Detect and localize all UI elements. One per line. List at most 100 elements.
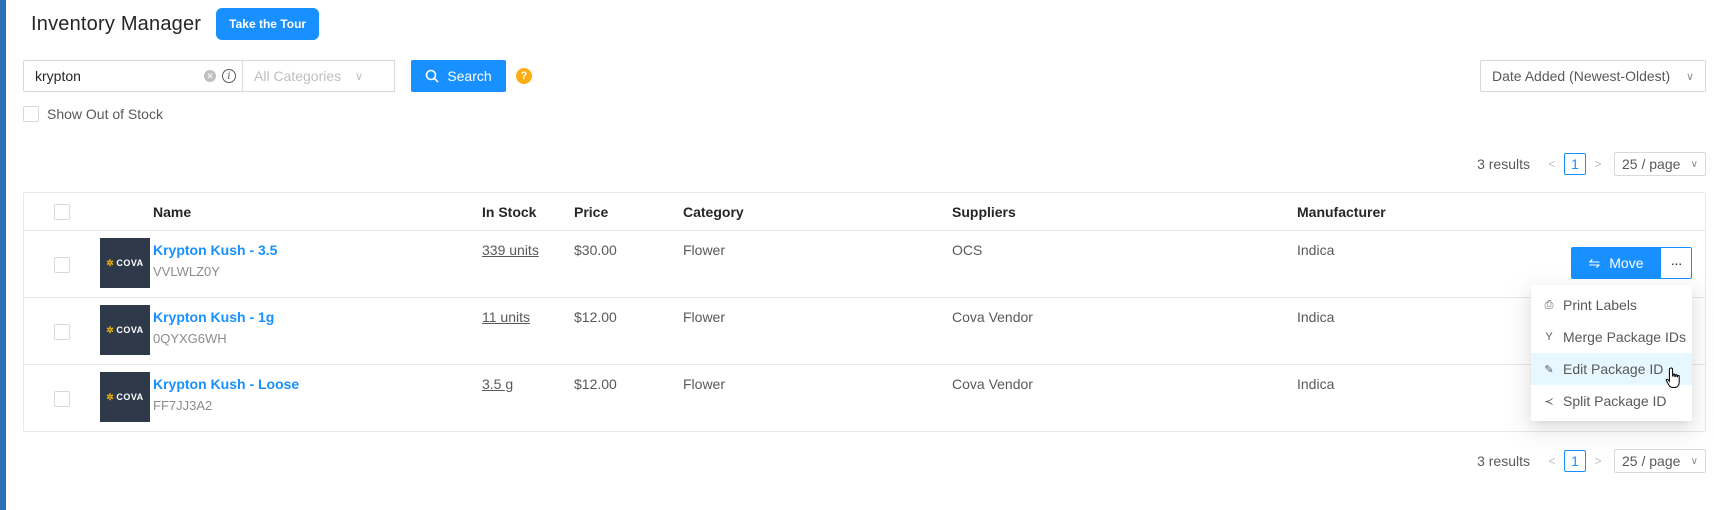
thumbnail-text: COVA bbox=[116, 325, 144, 335]
in-stock-link[interactable]: 11 units bbox=[482, 309, 530, 325]
page-size-value: 25 / page bbox=[1622, 453, 1681, 469]
search-input[interactable]: krypton ✕ i bbox=[23, 60, 243, 92]
search-input-value: krypton bbox=[35, 68, 81, 84]
next-page-icon[interactable]: > bbox=[1588, 157, 1608, 171]
chevron-down-icon: ∨ bbox=[1685, 70, 1694, 83]
menu-item-label: Edit Package ID bbox=[1563, 361, 1664, 377]
product-thumbnail: ✲ COVA bbox=[100, 305, 150, 355]
category-cell: Flower bbox=[683, 242, 726, 258]
pagination-bottom: 3 results < 1 > 25 / page ∨ bbox=[1477, 449, 1706, 473]
cova-logo-icon: ✲ bbox=[106, 391, 115, 402]
merge-icon: Y bbox=[1545, 331, 1553, 343]
header-price[interactable]: Price bbox=[574, 204, 608, 220]
product-name-link[interactable]: Krypton Kush - 1g bbox=[153, 309, 274, 325]
search-bar: krypton ✕ i All Categories ∨ Search ? bbox=[23, 60, 532, 92]
header-name[interactable]: Name bbox=[153, 204, 191, 220]
search-button-label: Search bbox=[447, 68, 492, 84]
page-size-select[interactable]: 25 / page ∨ bbox=[1614, 449, 1706, 473]
show-out-of-stock-checkbox[interactable] bbox=[23, 106, 39, 122]
sort-select-value: Date Added (Newest-Oldest) bbox=[1492, 68, 1671, 84]
menu-item-merge-package-ids[interactable]: Y Merge Package IDs bbox=[1531, 321, 1692, 353]
menu-item-print-labels[interactable]: ⎙ Print Labels bbox=[1531, 289, 1692, 321]
product-sku: VVLWLZ0Y bbox=[153, 264, 220, 279]
manufacturer-cell: Indica bbox=[1297, 242, 1335, 258]
show-out-of-stock-filter[interactable]: Show Out of Stock bbox=[23, 106, 163, 122]
header-suppliers[interactable]: Suppliers bbox=[952, 204, 1016, 220]
thumbnail-text: COVA bbox=[116, 258, 144, 268]
info-icon[interactable]: i bbox=[222, 69, 236, 83]
manufacturer-cell: Indica bbox=[1297, 309, 1335, 325]
page-number[interactable]: 1 bbox=[1564, 450, 1586, 472]
supplier-cell: Cova Vendor bbox=[952, 376, 1033, 392]
page-number[interactable]: 1 bbox=[1564, 153, 1586, 175]
clear-icon[interactable]: ✕ bbox=[204, 70, 216, 82]
supplier-cell: OCS bbox=[952, 242, 983, 258]
header-manufacturer[interactable]: Manufacturer bbox=[1297, 204, 1386, 220]
menu-item-split-package-id[interactable]: ≺ Split Package ID bbox=[1531, 385, 1692, 417]
cova-logo-icon: ✲ bbox=[106, 324, 115, 335]
header-in-stock[interactable]: In Stock bbox=[482, 204, 536, 220]
show-out-of-stock-label: Show Out of Stock bbox=[47, 106, 163, 122]
thumbnail-text: COVA bbox=[116, 392, 144, 402]
category-select[interactable]: All Categories ∨ bbox=[243, 60, 395, 92]
move-button[interactable]: ⇋ Move bbox=[1571, 247, 1661, 279]
row-checkbox[interactable] bbox=[54, 324, 70, 340]
share-icon: ≺ bbox=[1544, 395, 1554, 408]
results-count: 3 results bbox=[1477, 156, 1530, 172]
menu-item-label: Merge Package IDs bbox=[1563, 329, 1686, 345]
header-category[interactable]: Category bbox=[683, 204, 744, 220]
app-container: Inventory Manager Take the Tour krypton … bbox=[6, 0, 1714, 510]
price-cell: $12.00 bbox=[574, 309, 617, 325]
in-stock-link[interactable]: 3.5 g bbox=[482, 376, 513, 392]
pagination-top: 3 results < 1 > 25 / page ∨ bbox=[1477, 152, 1706, 176]
page-header: Inventory Manager Take the Tour bbox=[31, 8, 320, 40]
menu-item-label: Print Labels bbox=[1563, 297, 1637, 313]
page-size-value: 25 / page bbox=[1622, 156, 1681, 172]
printer-icon: ⎙ bbox=[1544, 298, 1554, 311]
more-actions-button[interactable]: ··· bbox=[1661, 247, 1692, 279]
table-row[interactable]: ✲ COVA Krypton Kush - Loose FF7JJ3A2 3.5 … bbox=[24, 365, 1705, 432]
chevron-down-icon: ∨ bbox=[354, 70, 363, 83]
row-action-group: ⇋ Move ··· bbox=[1571, 247, 1692, 279]
chevron-down-icon: ∨ bbox=[1690, 455, 1698, 467]
table-row[interactable]: ✲ COVA Krypton Kush - 1g 0QYXG6WH 11 unit… bbox=[24, 298, 1705, 365]
move-button-label: Move bbox=[1609, 255, 1644, 271]
prev-page-icon[interactable]: < bbox=[1542, 454, 1562, 468]
product-thumbnail: ✲ COVA bbox=[100, 372, 150, 422]
help-icon[interactable]: ? bbox=[516, 68, 532, 84]
category-placeholder: All Categories bbox=[254, 68, 342, 84]
take-tour-button[interactable]: Take the Tour bbox=[216, 8, 320, 40]
table-header: Name In Stock Price Category Suppliers M… bbox=[24, 193, 1705, 231]
cova-logo-icon: ✲ bbox=[106, 257, 115, 268]
product-sku: FF7JJ3A2 bbox=[153, 398, 213, 413]
price-cell: $12.00 bbox=[574, 376, 617, 392]
page-size-select[interactable]: 25 / page ∨ bbox=[1614, 152, 1706, 176]
price-cell: $30.00 bbox=[574, 242, 617, 258]
inventory-table: Name In Stock Price Category Suppliers M… bbox=[23, 192, 1706, 432]
chevron-down-icon: ∨ bbox=[1690, 158, 1698, 170]
prev-page-icon[interactable]: < bbox=[1542, 157, 1562, 171]
search-button[interactable]: Search bbox=[411, 60, 506, 92]
menu-item-label: Split Package ID bbox=[1563, 393, 1667, 409]
sort-select[interactable]: Date Added (Newest-Oldest) ∨ bbox=[1480, 60, 1706, 92]
next-page-icon[interactable]: > bbox=[1588, 454, 1608, 468]
table-row[interactable]: ✲ COVA Krypton Kush - 3.5 VVLWLZ0Y 339 un… bbox=[24, 231, 1705, 298]
supplier-cell: Cova Vendor bbox=[952, 309, 1033, 325]
row-checkbox[interactable] bbox=[54, 391, 70, 407]
select-all-checkbox[interactable] bbox=[54, 204, 70, 220]
swap-icon: ⇋ bbox=[1588, 254, 1601, 271]
product-name-link[interactable]: Krypton Kush - Loose bbox=[153, 376, 299, 392]
row-checkbox[interactable] bbox=[54, 257, 70, 273]
in-stock-link[interactable]: 339 units bbox=[482, 242, 539, 258]
category-cell: Flower bbox=[683, 309, 726, 325]
row-actions-menu: ⎙ Print Labels Y Merge Package IDs ✎ Edi… bbox=[1531, 285, 1692, 421]
product-name-link[interactable]: Krypton Kush - 3.5 bbox=[153, 242, 277, 258]
product-thumbnail: ✲ COVA bbox=[100, 238, 150, 288]
category-cell: Flower bbox=[683, 376, 726, 392]
product-sku: 0QYXG6WH bbox=[153, 331, 227, 346]
results-count: 3 results bbox=[1477, 453, 1530, 469]
page-title: Inventory Manager bbox=[31, 12, 202, 35]
pencil-icon: ✎ bbox=[1544, 363, 1554, 376]
search-icon bbox=[426, 69, 439, 83]
hand-cursor-icon bbox=[1665, 367, 1680, 388]
